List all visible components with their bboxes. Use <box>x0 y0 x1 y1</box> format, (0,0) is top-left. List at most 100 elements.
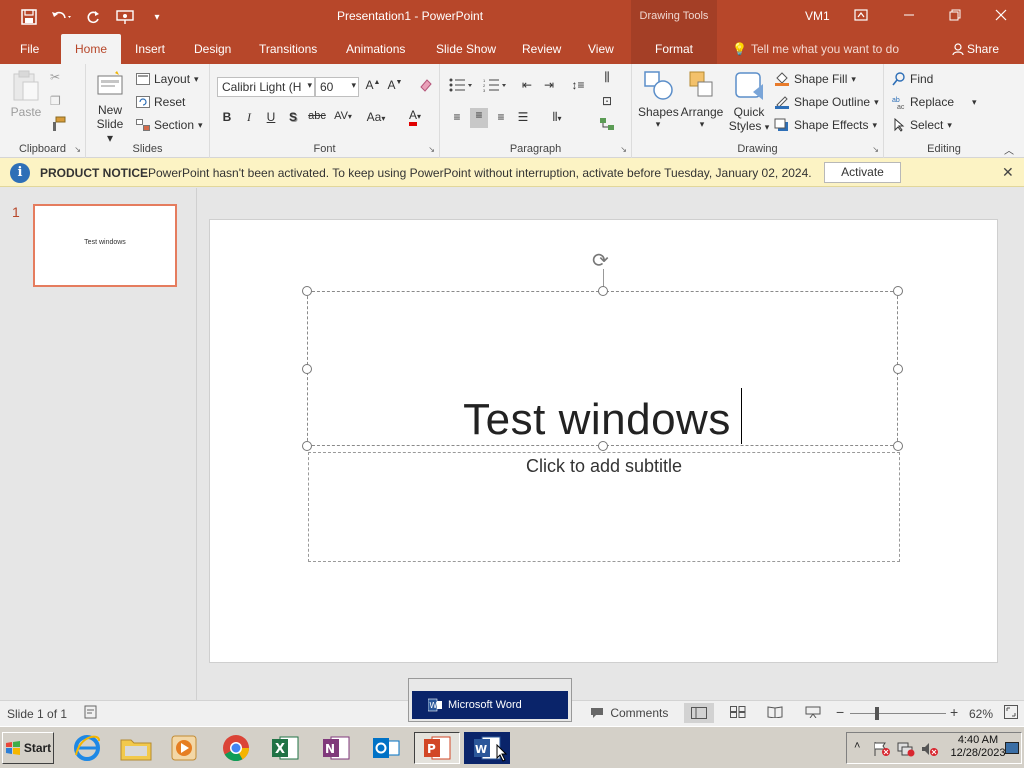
numbering-icon[interactable]: 123 <box>480 78 510 95</box>
clipboard-launcher-icon[interactable]: ↘ <box>74 145 81 154</box>
resize-handle-bottom-right[interactable] <box>893 441 903 451</box>
zoom-slider[interactable] <box>850 713 946 714</box>
zoom-in-icon[interactable]: + <box>950 704 958 720</box>
start-button[interactable]: Start <box>2 732 54 764</box>
slide-show-icon[interactable] <box>805 706 821 721</box>
microsoft-word-window-item[interactable]: W Microsoft Word <box>412 691 568 719</box>
font-size-box[interactable]: 60 ▾ <box>315 77 359 97</box>
close-notice-icon[interactable]: ✕ <box>1002 164 1014 181</box>
shapes-button[interactable]: Shapes ▾ <box>638 70 679 130</box>
paste-button[interactable]: Paste <box>8 70 44 119</box>
excel-icon[interactable]: X <box>266 732 304 764</box>
show-hidden-icons[interactable]: ˄ <box>854 740 860 752</box>
decrease-indent-icon[interactable]: ⇤ <box>518 78 536 92</box>
collapse-ribbon-icon[interactable]: ︿ <box>1004 142 1014 157</box>
slide-thumbnail-pane[interactable]: 1 Test windows <box>0 188 197 700</box>
file-explorer-icon[interactable] <box>117 732 155 764</box>
tab-insert[interactable]: Insert <box>135 34 165 64</box>
network-alert-icon[interactable] <box>897 741 915 757</box>
zoom-level[interactable]: 62% <box>969 707 993 721</box>
activate-button[interactable]: Activate <box>824 162 901 183</box>
paragraph-launcher-icon[interactable]: ↘ <box>620 145 627 154</box>
font-color-button[interactable]: A▾ <box>402 108 428 126</box>
normal-view-button[interactable] <box>684 703 714 723</box>
tab-file[interactable]: File <box>20 34 39 64</box>
slide-title[interactable]: Test windows <box>308 388 897 445</box>
align-right-icon[interactable]: ≡ <box>492 110 510 124</box>
justify-icon[interactable]: ☰ <box>514 110 532 124</box>
zoom-slider-thumb[interactable] <box>875 707 879 720</box>
align-left-icon[interactable]: ≡ <box>448 110 466 124</box>
tell-me-search[interactable]: 💡 Tell me what you want to do <box>732 42 899 56</box>
shape-fill-button[interactable]: Shape Fill ▾ <box>774 72 856 86</box>
powerpoint-taskbar-button[interactable]: P <box>414 732 460 764</box>
share-button[interactable]: Share <box>952 42 999 56</box>
comments-button[interactable]: Comments <box>590 706 668 720</box>
ribbon-display-options-icon[interactable] <box>838 0 884 30</box>
tab-animations[interactable]: Animations <box>346 34 405 64</box>
system-clock[interactable]: 4:40 AM 12/28/2023 <box>950 734 1006 760</box>
resize-handle-left[interactable] <box>302 364 312 374</box>
underline-button[interactable]: U <box>262 110 280 124</box>
resize-handle-top-left[interactable] <box>302 286 312 296</box>
zoom-out-icon[interactable]: − <box>836 704 844 720</box>
arrange-button[interactable]: Arrange ▾ <box>680 70 724 130</box>
font-name-box[interactable]: Calibri Light (H ▾ <box>217 77 315 97</box>
resize-handle-bottom[interactable] <box>598 441 608 451</box>
tab-design[interactable]: Design <box>194 34 231 64</box>
italic-button[interactable]: I <box>240 110 258 125</box>
format-painter-icon[interactable] <box>50 116 66 132</box>
increase-indent-icon[interactable]: ⇥ <box>540 78 558 92</box>
quick-styles-button[interactable]: Quick Styles ▾ <box>728 70 770 133</box>
text-direction-icon[interactable]: ⫼ <box>598 70 616 85</box>
drawing-launcher-icon[interactable]: ↘ <box>872 145 879 154</box>
subtitle-placeholder[interactable]: Click to add subtitle <box>308 452 900 562</box>
close-icon[interactable] <box>978 0 1024 30</box>
restore-icon[interactable] <box>932 0 978 30</box>
minimize-icon[interactable] <box>886 0 932 30</box>
flag-alert-icon[interactable] <box>873 741 891 757</box>
new-slide-button[interactable]: New Slide ▾ <box>92 70 128 145</box>
tab-format[interactable]: Format <box>631 34 717 64</box>
tab-review[interactable]: Review <box>522 34 561 64</box>
chrome-icon[interactable] <box>217 732 255 764</box>
decrease-font-size-icon[interactable]: A▼ <box>386 78 404 92</box>
slide-thumbnail[interactable]: Test windows <box>33 204 177 287</box>
select-button[interactable]: Select ▾ <box>892 118 952 132</box>
section-button[interactable]: Section ▾ <box>136 118 203 132</box>
onenote-icon[interactable]: N <box>317 732 355 764</box>
align-center-icon[interactable]: ≡ <box>470 108 488 128</box>
resize-handle-top-right[interactable] <box>893 286 903 296</box>
cut-icon[interactable]: ✂ <box>50 70 60 84</box>
tab-view[interactable]: View <box>588 34 614 64</box>
notes-icon[interactable] <box>84 705 98 722</box>
internet-explorer-icon[interactable] <box>68 732 106 764</box>
font-size-dropdown-icon[interactable]: ▾ <box>351 80 356 91</box>
outlook-icon[interactable] <box>367 732 405 764</box>
title-textbox[interactable]: Test windows <box>307 291 898 446</box>
align-text-icon[interactable]: ⊡ <box>598 94 616 108</box>
volume-muted-icon[interactable] <box>921 741 939 757</box>
rotate-handle-icon[interactable]: ⟳ <box>592 248 609 273</box>
reading-view-icon[interactable] <box>767 706 783 721</box>
tab-slide-show[interactable]: Slide Show <box>436 34 496 64</box>
resize-handle-right[interactable] <box>893 364 903 374</box>
change-case-button[interactable]: Aa▾ <box>362 110 390 124</box>
resize-handle-top[interactable] <box>598 286 608 296</box>
tab-transitions[interactable]: Transitions <box>259 34 317 64</box>
word-taskbar-button[interactable]: W <box>464 732 510 764</box>
character-spacing-button[interactable]: AV▾ <box>332 110 354 122</box>
bullets-icon[interactable] <box>446 78 476 95</box>
font-launcher-icon[interactable]: ↘ <box>428 145 435 154</box>
media-player-icon[interactable] <box>165 732 203 764</box>
columns-icon[interactable]: ⫴▾ <box>544 110 570 125</box>
increase-font-size-icon[interactable]: A▲ <box>364 78 382 92</box>
show-desktop-icon[interactable] <box>1005 742 1019 754</box>
copy-icon[interactable]: ❐ <box>50 94 61 108</box>
line-spacing-icon[interactable]: ↕≡ <box>564 78 592 92</box>
bold-button[interactable]: B <box>218 110 236 124</box>
find-button[interactable]: Find <box>892 72 933 86</box>
layout-button[interactable]: Layout ▾ <box>136 72 199 86</box>
shape-effects-button[interactable]: Shape Effects ▾ <box>774 118 877 132</box>
resize-handle-bottom-left[interactable] <box>302 441 312 451</box>
